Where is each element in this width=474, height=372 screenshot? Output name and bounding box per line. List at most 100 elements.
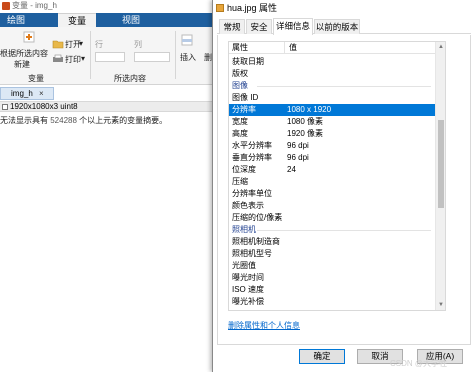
row-label: 行 bbox=[95, 40, 103, 49]
watermark-text: CSDN @大学牲 bbox=[390, 359, 448, 368]
property-name: 位深度 bbox=[232, 165, 256, 174]
property-name: 照相机制造商 bbox=[232, 237, 280, 246]
ribbon-tabs: 绘图 变量 视图 bbox=[0, 13, 212, 27]
ok-button[interactable]: 确定 bbox=[299, 349, 345, 364]
ribbon-body: 根据所选内容 新建 打开 ▾ 打印 ▾ 变量 行 列 所选内容 插入 删 bbox=[0, 27, 212, 85]
matlab-title-bar: 变量 - img_h bbox=[0, 0, 212, 12]
property-row[interactable]: 照相机型号 bbox=[229, 248, 435, 260]
property-row[interactable]: 高度 1920 像素 bbox=[229, 128, 435, 140]
property-row[interactable]: 压缩 bbox=[229, 176, 435, 188]
details-panel: 属性 值 获取日期版权 图像图像 ID 分辨率 1080 x 1920 宽度 1080 像… bbox=[217, 35, 471, 345]
property-row[interactable]: 版权 bbox=[229, 68, 435, 80]
property-row[interactable]: 分辨率单位 bbox=[229, 188, 435, 200]
property-row[interactable]: 图像 ID bbox=[229, 92, 435, 104]
property-value: 1080 像素 bbox=[287, 117, 324, 126]
image-file-icon bbox=[216, 4, 224, 12]
property-row[interactable]: 压缩的位/像素 bbox=[229, 212, 435, 224]
row-input[interactable] bbox=[95, 52, 125, 62]
property-name: 分辨率单位 bbox=[232, 189, 272, 198]
property-value: 1080 x 1920 bbox=[287, 105, 332, 114]
print-button[interactable]: 打印 bbox=[65, 54, 81, 65]
ribbon-separator bbox=[175, 31, 176, 79]
variable-dimensions: 1920x1080x3 uint8 bbox=[10, 102, 78, 111]
property-value: 96 dpi bbox=[287, 153, 309, 162]
scrollbar-thumb[interactable] bbox=[438, 120, 444, 208]
document-tab-img-h[interactable]: img_h × bbox=[0, 87, 54, 100]
delete-button[interactable]: 删 bbox=[204, 52, 212, 63]
property-row[interactable]: 曝光补偿 bbox=[229, 296, 435, 308]
property-name: 颜色表示 bbox=[232, 201, 264, 210]
close-icon[interactable]: × bbox=[39, 88, 44, 99]
folder-open-icon bbox=[52, 40, 64, 49]
variable-message: 无法显示具有 524288 个以上元素的变量摘要。 bbox=[0, 116, 168, 125]
property-name: 光圈值 bbox=[232, 261, 256, 270]
property-section-header[interactable]: 图像 bbox=[229, 80, 435, 92]
insert-icon bbox=[181, 34, 193, 46]
variable-info-bar: 1920x1080x3 uint8 bbox=[0, 101, 212, 112]
tab-security[interactable]: 安全 bbox=[246, 19, 272, 34]
printer-icon bbox=[53, 54, 63, 62]
property-row[interactable]: ISO 速度 bbox=[229, 284, 435, 296]
property-name: 照相机型号 bbox=[232, 249, 272, 258]
grid-icon bbox=[2, 104, 8, 110]
property-list-scrollbar[interactable]: ▲ ▼ bbox=[435, 42, 445, 310]
property-name: 水平分辨率 bbox=[232, 141, 272, 150]
new-from-selection-button[interactable]: 根据所选内容 bbox=[0, 48, 48, 59]
property-row[interactable]: 曝光时间 bbox=[229, 272, 435, 284]
dialog-title-bar: hua.jpg 属性 bbox=[213, 0, 474, 16]
property-row[interactable]: 分辨率 1080 x 1920 bbox=[229, 104, 435, 116]
file-properties-dialog: hua.jpg 属性 常规 安全 详细信息 以前的版本 属性 值 获取日期 版权图… bbox=[212, 0, 474, 372]
property-value: 96 dpi bbox=[287, 141, 309, 150]
property-value: 24 bbox=[287, 165, 296, 174]
tab-general[interactable]: 常规 bbox=[219, 19, 245, 34]
property-name: 获取日期 bbox=[232, 57, 264, 66]
matlab-title: 变量 - img_h bbox=[12, 1, 57, 10]
open-dropdown-icon[interactable]: ▾ bbox=[79, 39, 83, 48]
scroll-up-icon[interactable]: ▲ bbox=[438, 44, 444, 50]
property-row[interactable]: 水平分辨率 96 dpi bbox=[229, 140, 435, 152]
property-row[interactable]: 垂直分辨率 96 dpi bbox=[229, 152, 435, 164]
matlab-variable-editor: 变量 - img_h 绘图 变量 视图 根据所选内容 新建 打开 ▾ 打印 ▾ … bbox=[0, 0, 212, 372]
property-name: 曝光补偿 bbox=[232, 297, 264, 306]
property-name: ISO 速度 bbox=[232, 285, 265, 294]
tab-variable[interactable]: 变量 bbox=[58, 13, 96, 27]
property-name: 高度 bbox=[232, 129, 248, 138]
section-divider bbox=[257, 86, 431, 87]
group-variable-label: 变量 bbox=[28, 74, 44, 83]
value-column-header[interactable]: 值 bbox=[284, 42, 297, 54]
remove-properties-link[interactable]: 删除属性和个人信息 bbox=[228, 320, 300, 331]
property-row[interactable]: 位深度 24 bbox=[229, 164, 435, 176]
property-row[interactable]: 宽度 1080 像素 bbox=[229, 116, 435, 128]
property-name: 曝光时间 bbox=[232, 273, 264, 282]
property-list[interactable]: 属性 值 获取日期版权 图像图像 ID 分辨率 1080 x 1920 宽度 1080 像… bbox=[228, 41, 446, 311]
property-name: 分辨率 bbox=[232, 105, 256, 114]
property-name: 宽度 bbox=[232, 117, 248, 126]
property-row[interactable]: 获取日期 bbox=[229, 56, 435, 68]
section-divider bbox=[257, 230, 431, 231]
property-name: 压缩的位/像素 bbox=[232, 213, 283, 222]
property-row[interactable]: 光圈值 bbox=[229, 260, 435, 272]
tab-plot[interactable]: 绘图 bbox=[0, 13, 32, 27]
property-section-header[interactable]: 照相机 bbox=[229, 224, 435, 236]
print-dropdown-icon[interactable]: ▾ bbox=[81, 54, 85, 63]
property-row[interactable]: 颜色表示 bbox=[229, 200, 435, 212]
tab-previous-versions[interactable]: 以前的版本 bbox=[314, 19, 360, 34]
property-name: 图像 bbox=[232, 81, 248, 90]
element-count: 524288 bbox=[50, 116, 77, 125]
group-selection-label: 所选内容 bbox=[114, 74, 146, 83]
insert-button[interactable]: 插入 bbox=[180, 52, 196, 63]
scroll-down-icon[interactable]: ▼ bbox=[438, 302, 444, 308]
col-label: 列 bbox=[134, 40, 142, 49]
property-list-header: 属性 值 bbox=[229, 42, 445, 54]
dialog-title: hua.jpg 属性 bbox=[227, 3, 278, 13]
tab-view[interactable]: 视图 bbox=[112, 13, 150, 27]
property-column-header[interactable]: 属性 bbox=[232, 42, 248, 54]
property-name: 图像 ID bbox=[232, 93, 259, 102]
matlab-icon bbox=[2, 2, 10, 10]
document-tab-label: img_h bbox=[11, 89, 33, 98]
property-row[interactable]: 照相机制造商 bbox=[229, 236, 435, 248]
tab-details[interactable]: 详细信息 bbox=[273, 18, 313, 35]
col-input[interactable] bbox=[134, 52, 170, 62]
new-from-selection-icon bbox=[23, 31, 35, 43]
property-name: 照相机 bbox=[232, 225, 256, 234]
